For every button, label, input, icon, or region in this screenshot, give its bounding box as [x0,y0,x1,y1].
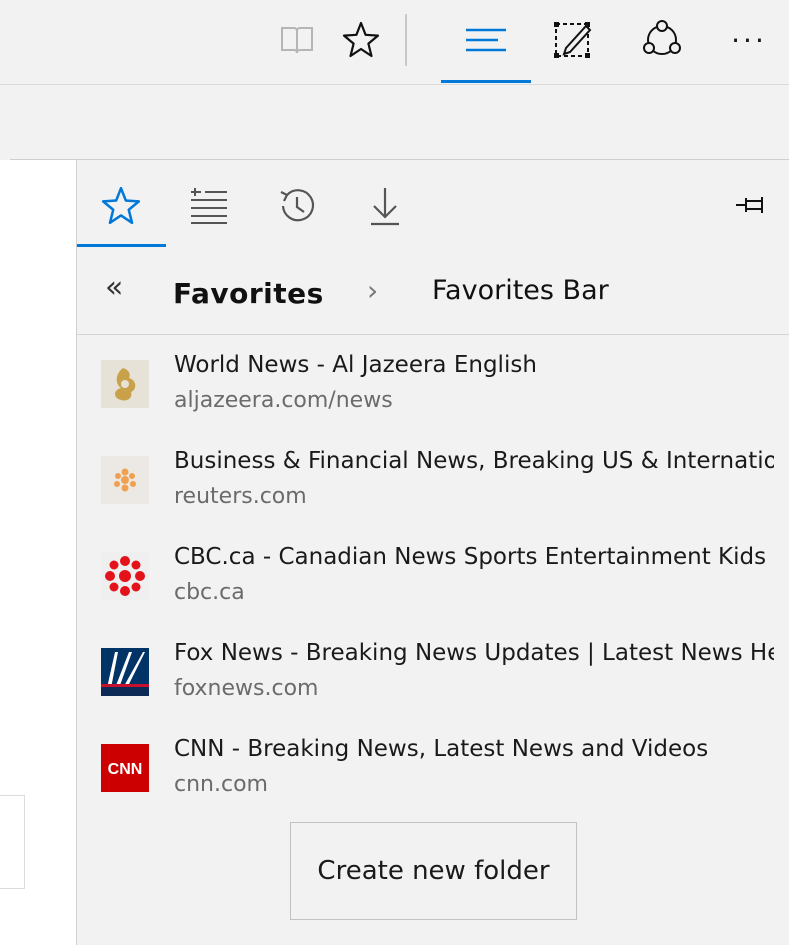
svg-text:CNN: CNN [108,761,143,778]
favorite-item-cbc[interactable]: CBC.ca - Canadian News Sports Entertainm… [77,528,789,618]
breadcrumb-favorites[interactable]: Favorites [173,277,324,310]
hub-panel: « Favorites › Favorites Bar World News -… [76,160,789,945]
pin-icon[interactable] [732,190,772,220]
aljazeera-logo [101,360,149,408]
favorite-item-reuters[interactable]: Business & Financial News, Breaking US &… [77,432,789,522]
browser-toolbar: ··· [0,0,789,85]
cnn-logo: CNN [101,744,149,792]
reuters-logo [101,456,149,504]
address-bar-strip [10,85,789,160]
hub-active-indicator [441,80,531,83]
cbc-logo [101,552,149,600]
more-icon[interactable]: ··· [725,12,773,68]
favorites-tab-indicator [77,244,166,247]
reading-list-icon[interactable] [179,176,239,236]
breadcrumb: « Favorites › Favorites Bar [77,250,789,335]
collapse-back-icon[interactable]: « [105,270,123,305]
favorites-star-icon[interactable] [91,176,151,236]
favorite-url: aljazeera.com/news [174,388,393,413]
hub-icon[interactable] [462,12,510,68]
favorite-title: World News - Al Jazeera English [174,352,537,378]
breadcrumb-chevron-icon: › [367,274,379,307]
page-content-fragment [0,795,25,889]
history-icon[interactable] [267,176,327,236]
favorite-url: cnn.com [174,772,268,797]
favorite-item-foxnews[interactable]: Fox News - Breaking News Updates | Lates… [77,624,789,714]
toolbar-separator [405,14,407,66]
web-note-icon[interactable] [550,12,598,68]
add-favorite-star-icon[interactable] [337,12,385,68]
favorite-title: CBC.ca - Canadian News Sports Entertainm… [174,544,774,570]
favorite-item-cnn[interactable]: CNN CNN - Breaking News, Latest News and… [77,720,789,810]
downloads-icon[interactable] [355,176,415,236]
favorite-url: cbc.ca [174,580,245,605]
favorite-title: CNN - Breaking News, Latest News and Vid… [174,736,709,762]
reading-view-icon[interactable] [273,12,321,68]
favorite-title: Fox News - Breaking News Updates | Lates… [174,640,774,666]
favorite-title: Business & Financial News, Breaking US &… [174,448,774,474]
favorite-url: foxnews.com [174,676,319,701]
breadcrumb-favorites-bar[interactable]: Favorites Bar [432,275,609,306]
create-new-folder-button[interactable]: Create new folder [290,822,577,920]
share-icon[interactable] [638,12,686,68]
favorite-item-aljazeera[interactable]: World News - Al Jazeera English aljazeer… [77,336,789,426]
foxnews-logo [101,648,149,696]
favorite-url: reuters.com [174,484,307,509]
